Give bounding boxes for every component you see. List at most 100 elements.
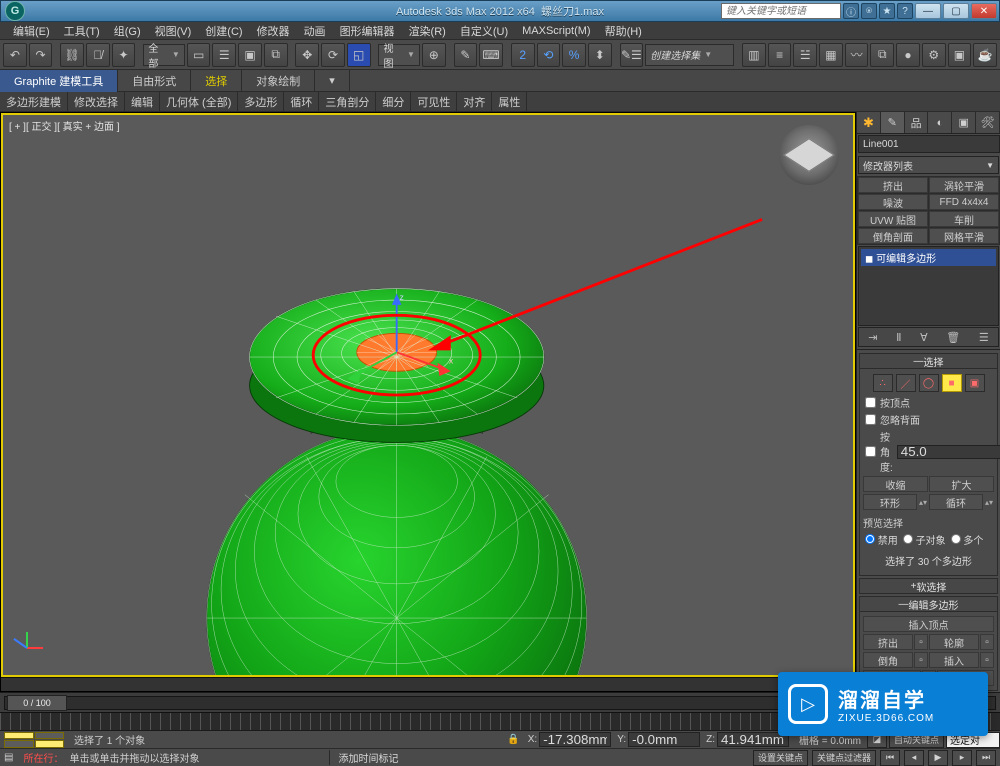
ribbon-expand-button[interactable]: ▾ bbox=[315, 70, 350, 92]
maxscript-mini-icon[interactable]: ▤ bbox=[4, 752, 13, 763]
select-region-button[interactable]: ▣ bbox=[238, 43, 262, 67]
subobj-element[interactable]: ▣ bbox=[965, 374, 985, 392]
rp-geomall[interactable]: 几何体 (全部) bbox=[160, 92, 238, 112]
snap-angle-button[interactable]: ⟲ bbox=[537, 43, 561, 67]
snap-percent-button[interactable]: % bbox=[562, 43, 586, 67]
select-scale-button[interactable]: ◱ bbox=[347, 43, 371, 67]
menu-custom[interactable]: 自定义(U) bbox=[453, 23, 515, 39]
maximize-button[interactable]: ▢ bbox=[943, 3, 969, 19]
mod-noise[interactable]: 噪波 bbox=[858, 194, 928, 210]
app-icon[interactable]: G bbox=[5, 1, 25, 21]
chk-by-angle[interactable]: 按角度: bbox=[865, 429, 893, 474]
btn-shrink[interactable]: 收缩 bbox=[863, 476, 928, 492]
play-end-button[interactable]: ⏭ bbox=[976, 750, 996, 766]
time-thumb[interactable]: 0 / 100 bbox=[7, 695, 67, 711]
cp-tab-create[interactable]: ✱ bbox=[857, 112, 881, 133]
rp-prop[interactable]: 属性 bbox=[492, 92, 527, 112]
select-object-button[interactable]: ▭ bbox=[187, 43, 211, 67]
keyboard-shortcut-button[interactable]: ⌨ bbox=[479, 43, 503, 67]
select-move-button[interactable]: ✥ bbox=[295, 43, 319, 67]
rp-vis[interactable]: 可见性 bbox=[411, 92, 457, 112]
minimize-button[interactable]: — bbox=[915, 3, 941, 19]
pivot-center-button[interactable]: ⊕ bbox=[422, 43, 446, 67]
btn-loop[interactable]: 循环 bbox=[929, 494, 983, 510]
coord-y-input[interactable] bbox=[628, 732, 700, 747]
mod-extrude[interactable]: 挤出 bbox=[858, 177, 928, 193]
manipulate-button[interactable]: ✎ bbox=[454, 43, 478, 67]
curve-editor-button[interactable]: 〰 bbox=[845, 43, 869, 67]
redo-button[interactable]: ↷ bbox=[29, 43, 53, 67]
modifier-list-dropdown[interactable]: 修改器列表▼ bbox=[858, 156, 999, 174]
btn-ep-outline[interactable]: 轮廓 bbox=[929, 634, 979, 650]
show-end-result-icon[interactable]: Ⅱ bbox=[896, 331, 901, 344]
select-rotate-button[interactable]: ⟳ bbox=[321, 43, 345, 67]
subobj-polygon[interactable]: ■ bbox=[942, 374, 962, 392]
subobj-vertex[interactable]: ∴ bbox=[873, 374, 893, 392]
named-selection-dropdown[interactable]: 创建选择集▼ bbox=[645, 44, 734, 66]
mod-bevelprof[interactable]: 倒角剖面 bbox=[858, 228, 928, 244]
rp-sub[interactable]: 细分 bbox=[376, 92, 411, 112]
mod-ffd[interactable]: FFD 4x4x4 bbox=[929, 194, 999, 210]
btn-ring[interactable]: 环形 bbox=[863, 494, 917, 510]
menu-anim[interactable]: 动画 bbox=[297, 23, 333, 39]
menu-view[interactable]: 视图(V) bbox=[148, 23, 199, 39]
cp-tab-display[interactable]: ▣ bbox=[952, 112, 976, 133]
viewcube[interactable] bbox=[779, 125, 839, 185]
bevel-settings-icon[interactable]: ▫ bbox=[914, 652, 928, 668]
select-by-name-button[interactable]: ☰ bbox=[212, 43, 236, 67]
link-button[interactable]: ⛓ bbox=[60, 43, 84, 67]
outline-settings-icon[interactable]: ▫ bbox=[980, 634, 994, 650]
graphite-toggle-button[interactable]: ▦ bbox=[819, 43, 843, 67]
window-crossing-button[interactable]: ⧉ bbox=[264, 43, 288, 67]
rp-align[interactable]: 对齐 bbox=[457, 92, 492, 112]
render-frame-button[interactable]: ▣ bbox=[948, 43, 972, 67]
mod-uvw[interactable]: UVW 贴图 bbox=[858, 211, 928, 227]
btn-ep-bevel[interactable]: 倒角 bbox=[863, 652, 913, 668]
menu-create[interactable]: 创建(C) bbox=[198, 23, 249, 39]
rp-polymodel[interactable]: 多边形建模 bbox=[0, 92, 68, 112]
menu-edit[interactable]: 编辑(E) bbox=[6, 23, 57, 39]
object-name-input[interactable] bbox=[858, 135, 1000, 153]
ribbon-tab-freeform[interactable]: 自由形式 bbox=[118, 70, 191, 92]
mod-meshsmooth[interactable]: 网格平滑 bbox=[929, 228, 999, 244]
btn-ep-extrude[interactable]: 挤出 bbox=[863, 634, 913, 650]
selection-filter-dropdown[interactable]: 全部▼ bbox=[143, 44, 184, 66]
selection-lock-icon[interactable]: 🔒 bbox=[507, 734, 519, 745]
radio-disable[interactable]: 禁用 bbox=[865, 532, 898, 547]
rp-edit[interactable]: 编辑 bbox=[125, 92, 160, 112]
keyfilter-button[interactable]: 关键点过滤器 bbox=[812, 750, 876, 766]
rp-modsel[interactable]: 修改选择 bbox=[68, 92, 125, 112]
bind-spacewarp-button[interactable]: ✦ bbox=[112, 43, 136, 67]
make-unique-icon[interactable]: ∀ bbox=[920, 331, 928, 344]
mirror-button[interactable]: ▥ bbox=[742, 43, 766, 67]
render-button[interactable]: ☕ bbox=[973, 43, 997, 67]
material-editor-button[interactable]: ● bbox=[896, 43, 920, 67]
help-search-input[interactable] bbox=[721, 3, 841, 19]
btn-ep-inset[interactable]: 插入 bbox=[929, 652, 979, 668]
rp-tri[interactable]: 三角剖分 bbox=[319, 92, 376, 112]
play-prev-button[interactable]: ◂ bbox=[904, 750, 924, 766]
cp-tab-modify[interactable]: ✎ bbox=[881, 112, 905, 133]
cp-tab-motion[interactable]: ◐ bbox=[928, 112, 952, 133]
rollout-selection[interactable]: — 选择 bbox=[859, 353, 998, 369]
mod-lathe[interactable]: 车削 bbox=[929, 211, 999, 227]
help-icon[interactable]: ? bbox=[897, 3, 913, 19]
schematic-view-button[interactable]: ⧉ bbox=[870, 43, 894, 67]
stack-editable-poly[interactable]: ◼ 可编辑多边形 bbox=[861, 249, 996, 266]
modifier-stack[interactable]: ◼ 可编辑多边形 bbox=[858, 246, 999, 326]
chk-by-vertex[interactable]: 按顶点 bbox=[863, 394, 994, 411]
subobj-edge[interactable]: ／ bbox=[896, 374, 916, 392]
play-next-button[interactable]: ▸ bbox=[952, 750, 972, 766]
snap-2d-button[interactable]: 2 bbox=[511, 43, 535, 67]
menu-tools[interactable]: 工具(T) bbox=[57, 23, 107, 39]
angle-spinner[interactable] bbox=[897, 445, 1000, 459]
menu-grapheditors[interactable]: 图形编辑器 bbox=[333, 23, 402, 39]
menu-render[interactable]: 渲染(R) bbox=[402, 23, 453, 39]
subobj-border[interactable]: ◯ bbox=[919, 374, 939, 392]
viewport-layout-picker[interactable] bbox=[4, 732, 64, 748]
signin-icon[interactable]: ⍟ bbox=[861, 3, 877, 19]
setkey-button[interactable]: 设置关键点 bbox=[753, 750, 808, 766]
inset-settings-icon[interactable]: ▫ bbox=[980, 652, 994, 668]
rollout-editpoly[interactable]: — 编辑多边形 bbox=[859, 596, 998, 612]
mod-turbosmooth[interactable]: 涡轮平滑 bbox=[929, 177, 999, 193]
